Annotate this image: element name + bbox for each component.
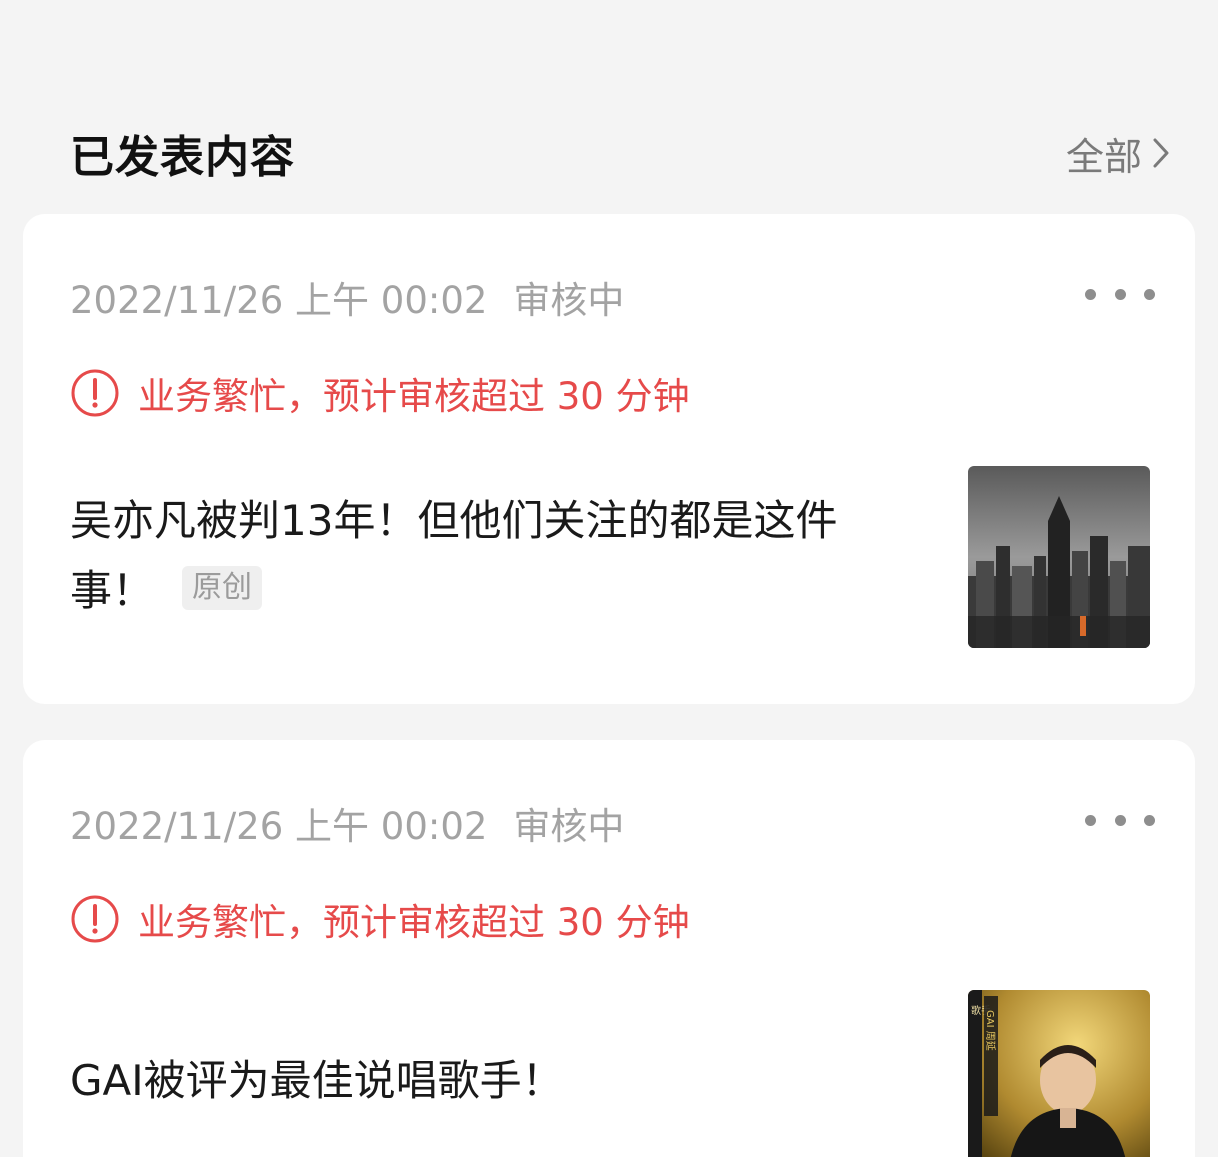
review-alert: 业务繁忙，预计审核超过 30 分钟 — [70, 366, 690, 420]
post-thumbnail[interactable]: 歌手 GAI 周延 — [968, 990, 1150, 1157]
post-card[interactable]: 2022/11/26 上午 00:02 审核中 业务繁忙，预计审核超过 30 分钟… — [23, 740, 1195, 1157]
poster-name: GAI 周延 — [984, 1010, 996, 1051]
post-thumbnail[interactable] — [968, 466, 1150, 648]
post-card[interactable]: 2022/11/26 上午 00:02 审核中 业务繁忙，预计审核超过 30 分钟… — [23, 214, 1195, 704]
post-meta: 2022/11/26 上午 00:02 审核中 — [70, 796, 624, 850]
more-dot — [1114, 288, 1126, 300]
review-alert-text: 业务繁忙，预计审核超过 30 分钟 — [138, 901, 690, 944]
section-header: 已发表内容 全部 — [70, 120, 1170, 186]
city-skyline-image — [968, 466, 1150, 648]
more-dot — [1085, 814, 1096, 826]
post-status: 审核中 — [513, 279, 625, 322]
post-meta: 2022/11/26 上午 00:02 审核中 — [70, 270, 624, 324]
post-date: 2022/11/26 上午 00:02 — [70, 279, 488, 322]
original-tag: 原创 — [182, 566, 263, 610]
chevron-right-icon — [1153, 138, 1169, 168]
more-dot — [1144, 288, 1155, 300]
review-alert: 业务繁忙，预计审核超过 30 分钟 — [70, 892, 690, 946]
more-dot — [1144, 814, 1155, 826]
published-content-page: 已发表内容 全部 2022/11/26 上午 00:02 审核中 业务繁忙，预计审… — [0, 0, 1218, 1157]
post-title-block[interactable]: GAI被评为最佳说唱歌手！ — [70, 1046, 900, 1116]
view-all-button[interactable]: 全部 — [1066, 126, 1170, 181]
more-options-button[interactable] — [1085, 802, 1155, 838]
warning-circle-icon — [71, 369, 119, 417]
more-dot — [1114, 814, 1126, 826]
more-options-button[interactable] — [1085, 276, 1155, 312]
post-date: 2022/11/26 上午 00:02 — [70, 805, 488, 848]
post-status: 审核中 — [513, 805, 625, 848]
more-dot — [1085, 288, 1096, 300]
post-title: GAI被评为最佳说唱歌手！ — [70, 1056, 564, 1105]
post-title-block[interactable]: 吴亦凡被判13年！但他们关注的都是这件事！ 原创 — [70, 486, 900, 626]
section-title: 已发表内容 — [70, 132, 295, 183]
view-all-label: 全部 — [1065, 134, 1142, 179]
review-alert-text: 业务繁忙，预计审核超过 30 分钟 — [138, 375, 690, 418]
warning-circle-icon — [71, 895, 119, 943]
singer-poster-image: 歌手 GAI 周延 — [968, 990, 1150, 1157]
